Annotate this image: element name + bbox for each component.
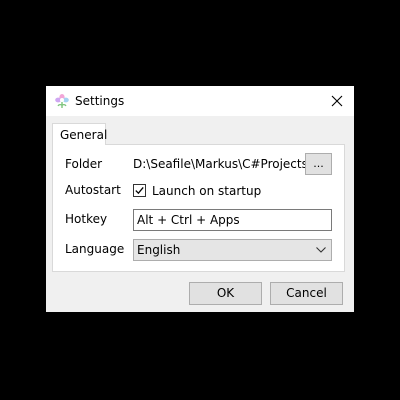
folder-label: Folder	[65, 157, 103, 171]
folder-path: D:\Seafile\Markus\C#Projects	[133, 157, 308, 171]
tab-general-label: General	[60, 128, 108, 142]
title-bar: Settings	[46, 86, 354, 116]
launch-on-startup-checkbox[interactable]	[133, 184, 146, 197]
window-title: Settings	[75, 94, 125, 108]
chevron-down-icon	[316, 247, 326, 253]
ok-button[interactable]: OK	[189, 282, 262, 305]
language-label: Language	[65, 242, 125, 256]
close-button[interactable]	[320, 86, 354, 116]
language-value: English	[137, 243, 181, 257]
autostart-label: Autostart	[65, 183, 121, 197]
checkmark-icon	[135, 186, 144, 195]
seafile-flower-icon	[54, 93, 70, 109]
general-tab-panel: Folder D:\Seafile\Markus\C#Projects ... …	[52, 144, 345, 272]
browse-folder-button[interactable]: ...	[305, 153, 332, 175]
launch-on-startup-label[interactable]: Launch on startup	[152, 184, 261, 198]
close-icon	[331, 95, 343, 107]
cancel-button[interactable]: Cancel	[270, 282, 343, 305]
hotkey-input[interactable]: Alt + Ctrl + Apps	[133, 209, 332, 231]
hotkey-value: Alt + Ctrl + Apps	[137, 213, 240, 227]
settings-dialog: Settings General Folder D:\Seafile\Marku…	[46, 86, 354, 312]
language-select[interactable]: English	[133, 239, 332, 261]
hotkey-label: Hotkey	[65, 212, 108, 226]
tab-general[interactable]: General	[52, 123, 108, 145]
